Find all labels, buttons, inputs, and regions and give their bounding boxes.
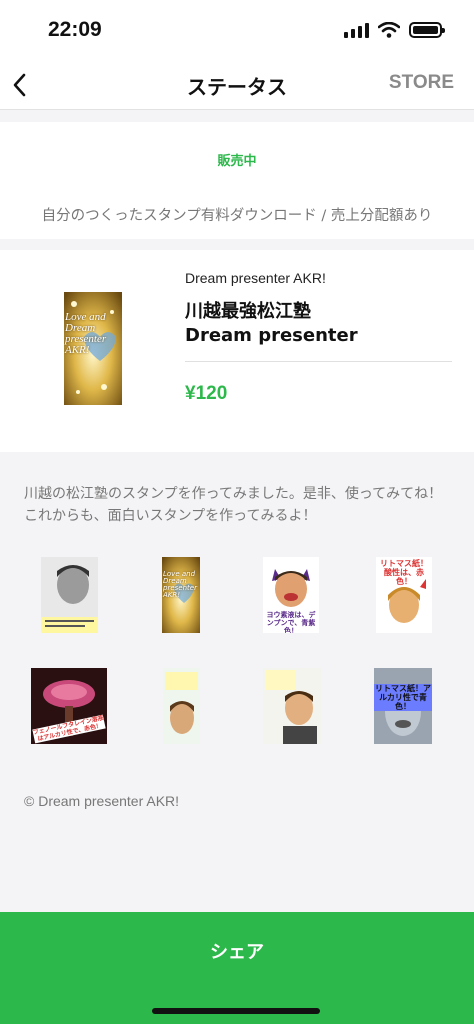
sales-status-section: 販売中 自分のつくったスタンプ有料ダウンロード / 売上分配額あり: [0, 122, 474, 239]
sticker-caption: リトマス紙！アルカリ性で青色！: [374, 684, 432, 711]
sticker-caption: ヨウ素液は、デンプンで、青紫色！: [265, 611, 317, 633]
status-time: 22:09: [48, 18, 102, 41]
sales-status-description: 自分のつくったスタンプ有料ダウンロード / 売上分配額あり: [41, 208, 433, 224]
product-description: 川越の松江塾のスタンプを作ってみました。是非、使ってみてね！これからも、面白いス…: [24, 486, 443, 524]
sticker-6[interactable]: [163, 668, 200, 744]
battery-icon: [409, 22, 445, 38]
sticker-caption: Love and Dream presenter AKR!: [163, 570, 197, 599]
divider: [185, 361, 452, 362]
sticker-2[interactable]: Love and Dream presenter AKR!: [162, 557, 200, 633]
sticker-face-art: [263, 668, 321, 744]
product-name: 川越最強松江塾 Dream presenter: [185, 301, 365, 346]
sticker-5[interactable]: フェノールフタレイン溶液はアルカリ性で、赤色！: [31, 668, 107, 744]
product-price: ¥120: [185, 383, 228, 404]
sticker-4[interactable]: リトマス紙！酸性は、赤色！: [376, 557, 432, 633]
sales-status-label: 販売中: [217, 154, 257, 169]
store-button[interactable]: STORE: [389, 72, 454, 94]
copyright-text: © Dream presenter AKR!: [24, 793, 180, 809]
wifi-icon: [378, 22, 400, 38]
sticker-3[interactable]: ヨウ素液は、デンプンで、青紫色！: [263, 557, 319, 633]
product-author[interactable]: Dream presenter AKR!: [185, 270, 326, 286]
share-button-label: シェア: [210, 942, 264, 963]
sticker-face-art: [41, 557, 98, 633]
status-bar: 22:09: [0, 0, 474, 60]
sticker-face-art: [163, 668, 200, 744]
product-section: Love and Dream presenter AKR! Dream pres…: [0, 250, 474, 452]
sticker-1[interactable]: [41, 557, 98, 633]
thumbnail-text: Love and Dream presenter AKR!: [65, 311, 107, 356]
sticker-caption: リトマス紙！酸性は、赤色！: [380, 559, 428, 586]
sticker-7[interactable]: [263, 668, 321, 744]
status-icons: [344, 22, 445, 38]
home-indicator: [152, 1008, 320, 1014]
cellular-signal-icon: [344, 22, 369, 38]
nav-bar: ステータス STORE: [0, 60, 474, 110]
product-thumbnail[interactable]: Love and Dream presenter AKR!: [64, 292, 122, 405]
sticker-8[interactable]: リトマス紙！アルカリ性で青色！: [374, 668, 432, 744]
